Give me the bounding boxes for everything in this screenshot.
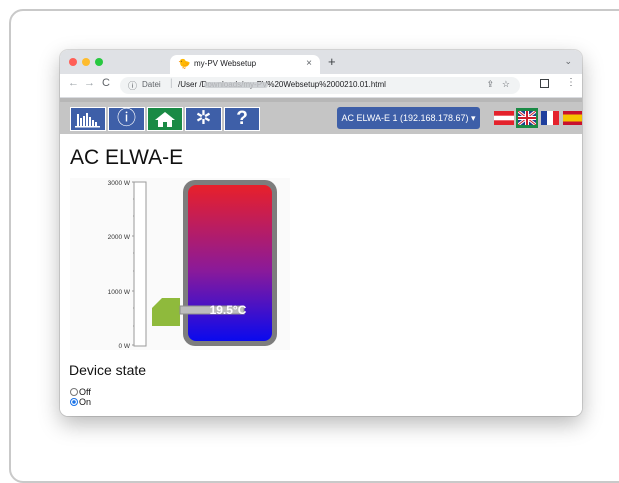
new-tab-button[interactable]: + <box>328 54 336 69</box>
info-icon: ⓘ <box>116 108 136 129</box>
flag-spain-icon[interactable] <box>563 111 582 125</box>
axis-tick-2000: 2000 W <box>108 234 131 241</box>
home-button[interactable] <box>147 107 183 131</box>
power-bar <box>133 181 147 347</box>
axis-tick-0: 0 W <box>118 343 130 350</box>
axis-tick-1000: 1000 W <box>108 289 131 296</box>
tab-title: my-PV Websetup <box>194 59 257 68</box>
flag-france-icon[interactable] <box>541 111 559 125</box>
radio-off-circle[interactable] <box>70 388 78 396</box>
share-icon[interactable]: ⇪ <box>486 79 494 90</box>
close-window-button[interactable] <box>69 58 77 66</box>
bookmark-star-icon[interactable]: ☆ <box>502 79 510 90</box>
help-button[interactable]: ? <box>224 107 260 131</box>
browser-toolbar: ← → C ⓘ Datei | /User /Downloads/my-PV%2… <box>60 74 582 98</box>
maximize-window-button[interactable] <box>95 58 103 66</box>
navbar-top-edge <box>60 98 582 102</box>
gear-icon: ✲ <box>195 108 212 129</box>
radio-off-label: Off <box>79 387 91 397</box>
url-scheme: Datei <box>142 80 161 89</box>
favicon-icon: 🐤 <box>178 59 191 70</box>
home-icon <box>155 112 175 127</box>
site-info-icon[interactable]: ⓘ <box>128 79 137 92</box>
url-separator: | <box>170 78 173 89</box>
temperature-label: 19.5°C <box>210 303 247 317</box>
flag-austria-icon[interactable] <box>494 111 514 125</box>
address-bar[interactable]: ⓘ Datei | /User /Downloads/my-PV%20Webse… <box>120 77 520 94</box>
chart-button[interactable] <box>70 107 106 131</box>
radio-on-label: On <box>79 397 92 407</box>
axis-tick-3000: 3000 W <box>108 180 131 187</box>
tab-strip: 🐤 my-PV Websetup × + ⌄ <box>60 50 582 74</box>
browser-menu-icon[interactable]: ⋮ <box>566 77 576 88</box>
forward-icon[interactable]: → <box>84 77 95 89</box>
page-title: AC ELWA-E <box>70 146 184 169</box>
radio-on[interactable]: On <box>70 397 91 407</box>
radio-on-circle[interactable] <box>70 398 78 406</box>
back-icon[interactable]: ← <box>68 77 79 89</box>
tank-water <box>188 185 272 341</box>
boiler-widget: 3000 W 2000 W 1000 W 0 W 19.5°C <box>70 178 290 350</box>
side-panel-icon[interactable] <box>540 79 549 88</box>
redacted-username <box>204 82 268 88</box>
tab-search-icon[interactable]: ⌄ <box>564 56 572 67</box>
bar-chart-icon <box>75 113 100 128</box>
info-button[interactable]: ⓘ <box>108 107 145 131</box>
tab-close-icon[interactable]: × <box>306 58 312 69</box>
device-select-dropdown[interactable]: AC ELWA-E 1 (192.168.178.67) ▾ <box>337 107 480 129</box>
minimize-window-button[interactable] <box>82 58 90 66</box>
device-state-heading: Device state <box>69 362 147 378</box>
flag-uk-icon[interactable] <box>518 111 536 125</box>
page-content: ⓘ ✲ ? AC ELWA-E 1 (192.168.178.67) ▾ AC … <box>60 98 582 416</box>
help-icon: ? <box>236 108 248 129</box>
radio-off[interactable]: Off <box>70 387 91 397</box>
browser-window: 🐤 my-PV Websetup × + ⌄ ← → C ⓘ Datei | /… <box>60 50 582 416</box>
settings-button[interactable]: ✲ <box>185 107 222 131</box>
app-navbar: ⓘ ✲ ? AC ELWA-E 1 (192.168.178.67) ▾ <box>60 98 582 134</box>
browser-tab[interactable]: 🐤 my-PV Websetup × <box>170 55 320 74</box>
reload-icon[interactable]: C <box>102 77 110 89</box>
